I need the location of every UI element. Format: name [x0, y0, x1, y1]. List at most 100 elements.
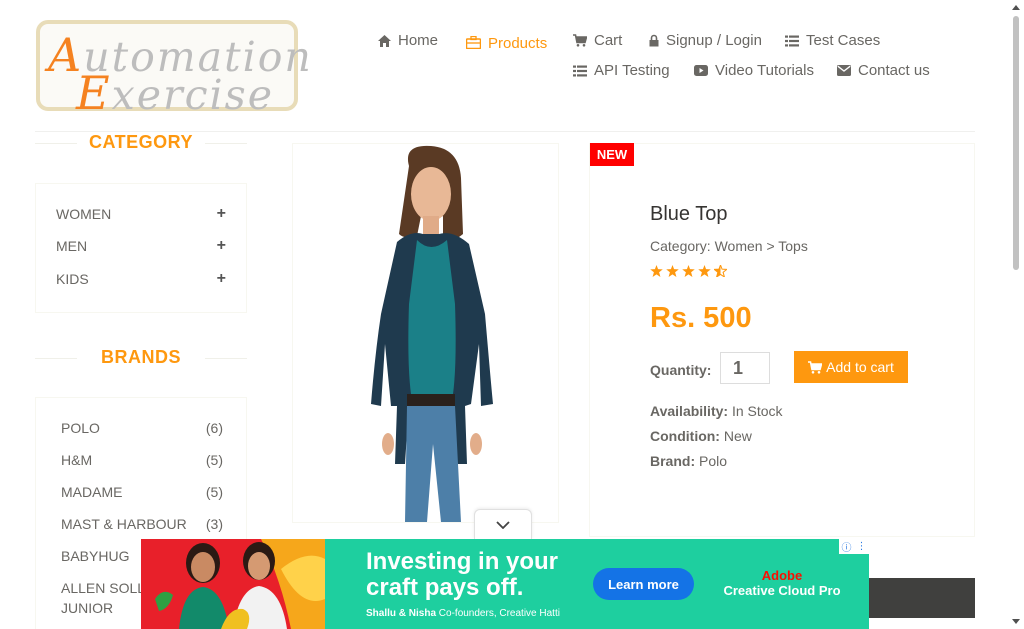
- nav-products[interactable]: Products: [466, 32, 547, 52]
- chevron-down-icon: [496, 520, 510, 529]
- product-name: Blue Top: [650, 203, 728, 225]
- ad-byline-names: Shallu & Nisha: [366, 608, 437, 619]
- nav-video-tutorials[interactable]: Video Tutorials: [694, 62, 814, 79]
- ad-info-icon[interactable]: ⓘ: [842, 539, 852, 554]
- category-women[interactable]: WOMEN +: [56, 205, 226, 223]
- page-scrollbar[interactable]: [1008, 0, 1024, 629]
- cart-icon: [573, 34, 587, 47]
- category-kids-label: KIDS: [56, 271, 89, 287]
- logo-line-2: Exercise: [76, 66, 274, 120]
- nav-cart[interactable]: Cart: [573, 32, 622, 49]
- list-icon: [785, 35, 799, 46]
- home-icon: [378, 34, 391, 47]
- brand-hm-count: (5): [205, 452, 223, 468]
- category-men-label: MEN: [56, 238, 88, 254]
- briefcase-icon: [466, 35, 481, 49]
- ad-brand-product: Creative Cloud Pro: [723, 583, 841, 598]
- star-icon: [650, 265, 663, 277]
- nav-contact-us[interactable]: Contact us: [837, 62, 930, 79]
- ad-headline: Investing in your craft pays off.: [366, 549, 558, 601]
- brand-madame-count: (5): [205, 484, 223, 500]
- scroll-down-icon[interactable]: [1012, 619, 1020, 624]
- site-logo[interactable]: Automation Exercise: [36, 20, 311, 120]
- nav-signup-login-label: Signup / Login: [666, 32, 762, 49]
- collapse-ad-button[interactable]: [474, 509, 532, 539]
- ad-menu-icon[interactable]: ⋮: [857, 541, 867, 552]
- ad-byline-role: Co-founders, Creative Hatti: [438, 608, 560, 619]
- youtube-icon: [694, 65, 708, 76]
- ad-brand-adobe: Adobe: [761, 568, 803, 583]
- availability-value: In Stock: [731, 403, 783, 419]
- category-heading: CATEGORY: [35, 132, 247, 153]
- cart-icon: [808, 360, 823, 374]
- brand-allen-solly-junior-label: JUNIOR: [61, 600, 114, 616]
- expand-kids-icon[interactable]: +: [217, 270, 226, 288]
- brand-madame-label: MADAME: [61, 484, 123, 500]
- scroll-thumb[interactable]: [1013, 16, 1019, 270]
- brands-heading: BRANDS: [35, 347, 247, 368]
- logo-line-2-rest: xercise: [111, 71, 274, 119]
- condition-row: Condition: New: [650, 428, 752, 444]
- brand-madame[interactable]: MADAME (5): [61, 484, 223, 500]
- nav-api-testing-label: API Testing: [594, 62, 670, 79]
- brand-mast-harbour[interactable]: MAST & HARBOUR (3): [61, 516, 223, 532]
- nav-home-label: Home: [398, 32, 439, 49]
- ad-choices[interactable]: ⓘ ⋮: [839, 539, 869, 554]
- star-icon: [666, 265, 679, 277]
- nav-signup-login[interactable]: Signup / Login: [649, 32, 762, 49]
- brand-polo-count: (6): [205, 420, 223, 436]
- availability-row: Availability: In Stock: [650, 403, 783, 419]
- ad-byline: Shallu & Nisha Co-founders, Creative Hat…: [366, 608, 560, 619]
- ad-brand: Adobe Creative Cloud Pro: [719, 569, 845, 599]
- brand-allen-solly-label: ALLEN SOLLY: [61, 580, 154, 596]
- nav-products-label: Products: [488, 35, 548, 52]
- brand-hm[interactable]: H&M (5): [61, 452, 223, 468]
- quantity-label: Quantity:: [650, 362, 712, 378]
- category-panel: WOMEN + MEN + KIDS +: [35, 183, 247, 313]
- rating-stars: [650, 265, 727, 277]
- nav-video-tutorials-label: Video Tutorials: [715, 62, 814, 79]
- expand-men-icon[interactable]: +: [217, 237, 226, 255]
- brand-polo-label: POLO: [61, 420, 100, 436]
- half-star-icon: [714, 265, 727, 277]
- brand-mast-harbour-count: (3): [205, 516, 223, 532]
- ad-people-image: [155, 539, 325, 629]
- product-price: Rs. 500: [650, 302, 752, 334]
- availability-label: Availability:: [650, 403, 729, 419]
- category-women-label: WOMEN: [56, 206, 112, 222]
- brand-hm-label: H&M: [61, 452, 93, 468]
- product-info-panel: [589, 143, 975, 537]
- brand-mast-harbour-label: MAST & HARBOUR: [61, 516, 187, 532]
- brand-label: Brand:: [650, 453, 696, 469]
- nav-test-cases-label: Test Cases: [806, 32, 881, 49]
- brand-row: Brand: Polo: [650, 453, 727, 469]
- ad-learn-more-button[interactable]: Learn more: [593, 568, 694, 600]
- condition-value: New: [723, 428, 752, 444]
- ad-illustration: [141, 539, 325, 629]
- lock-icon: [649, 34, 659, 47]
- brand-polo[interactable]: POLO (6): [61, 420, 223, 436]
- add-to-cart-button[interactable]: Add to cart: [794, 351, 908, 383]
- list-icon: [573, 65, 587, 76]
- nav-contact-us-label: Contact us: [858, 62, 930, 79]
- scroll-up-icon[interactable]: [1012, 5, 1020, 10]
- ad-headline-line-1: Investing in your: [366, 548, 559, 575]
- nav-cart-label: Cart: [594, 32, 623, 49]
- add-to-cart-label: Add to cart: [826, 359, 894, 375]
- product-photo: [371, 145, 493, 522]
- expand-women-icon[interactable]: +: [217, 205, 226, 223]
- brand-value: Polo: [699, 453, 728, 469]
- nav-api-testing[interactable]: API Testing: [573, 62, 670, 79]
- quantity-input[interactable]: [720, 352, 770, 384]
- product-image: [292, 143, 559, 523]
- ad-headline-line-2: craft pays off.: [366, 574, 524, 601]
- brand-babyhug-label: BABYHUG: [61, 548, 130, 564]
- envelope-icon: [837, 65, 851, 76]
- category-men[interactable]: MEN +: [56, 237, 226, 255]
- nav-test-cases[interactable]: Test Cases: [785, 32, 880, 49]
- product-category: Category: Women > Tops: [650, 238, 808, 254]
- nav-home[interactable]: Home: [378, 32, 438, 49]
- new-badge: NEW: [590, 143, 634, 166]
- category-kids[interactable]: KIDS +: [56, 270, 226, 288]
- advertisement-banner[interactable]: Investing in your craft pays off. Shallu…: [141, 539, 869, 629]
